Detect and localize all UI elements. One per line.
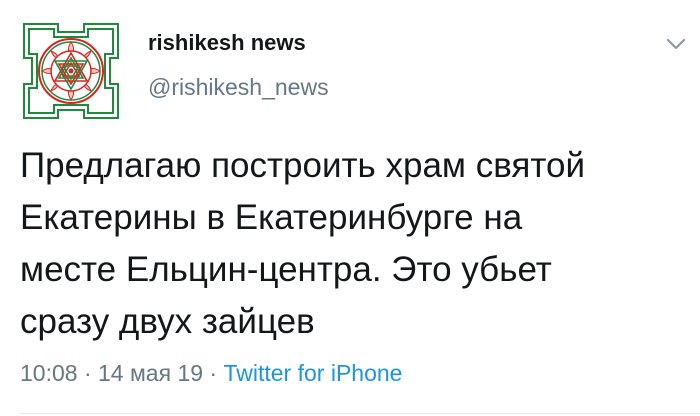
- tweet-text-line: Предлагаю построить храм святой: [20, 146, 586, 185]
- tweet-text-line: сразу двух зайцев: [20, 302, 315, 341]
- meta-separator: ·: [83, 360, 92, 386]
- divider: [20, 413, 700, 414]
- meta-separator: ·: [209, 360, 218, 386]
- tweet-source-link[interactable]: Twitter for iPhone: [223, 360, 402, 386]
- tweet-text: Предлагаю построить храм святой Екатерин…: [20, 140, 695, 348]
- tweet-meta: 10:08 · 14 мая 19 · Twitter for iPhone: [20, 360, 402, 387]
- user-handle[interactable]: @rishikesh_news: [148, 74, 329, 101]
- tweet-text-line: Екатерины в Екатеринбурге на: [20, 198, 523, 237]
- display-name[interactable]: rishikesh news: [148, 30, 306, 56]
- tweet-time[interactable]: 10:08: [20, 360, 78, 386]
- chevron-down-icon[interactable]: [665, 36, 687, 52]
- tweet-text-line: месте Ельцин-центра. Это убьет: [20, 250, 552, 289]
- sri-yantra-icon: [23, 23, 119, 119]
- tweet-card: rishikesh news @rishikesh_news Предлагаю…: [0, 0, 700, 416]
- tweet-date[interactable]: 14 мая 19: [98, 360, 203, 386]
- avatar[interactable]: [18, 18, 124, 124]
